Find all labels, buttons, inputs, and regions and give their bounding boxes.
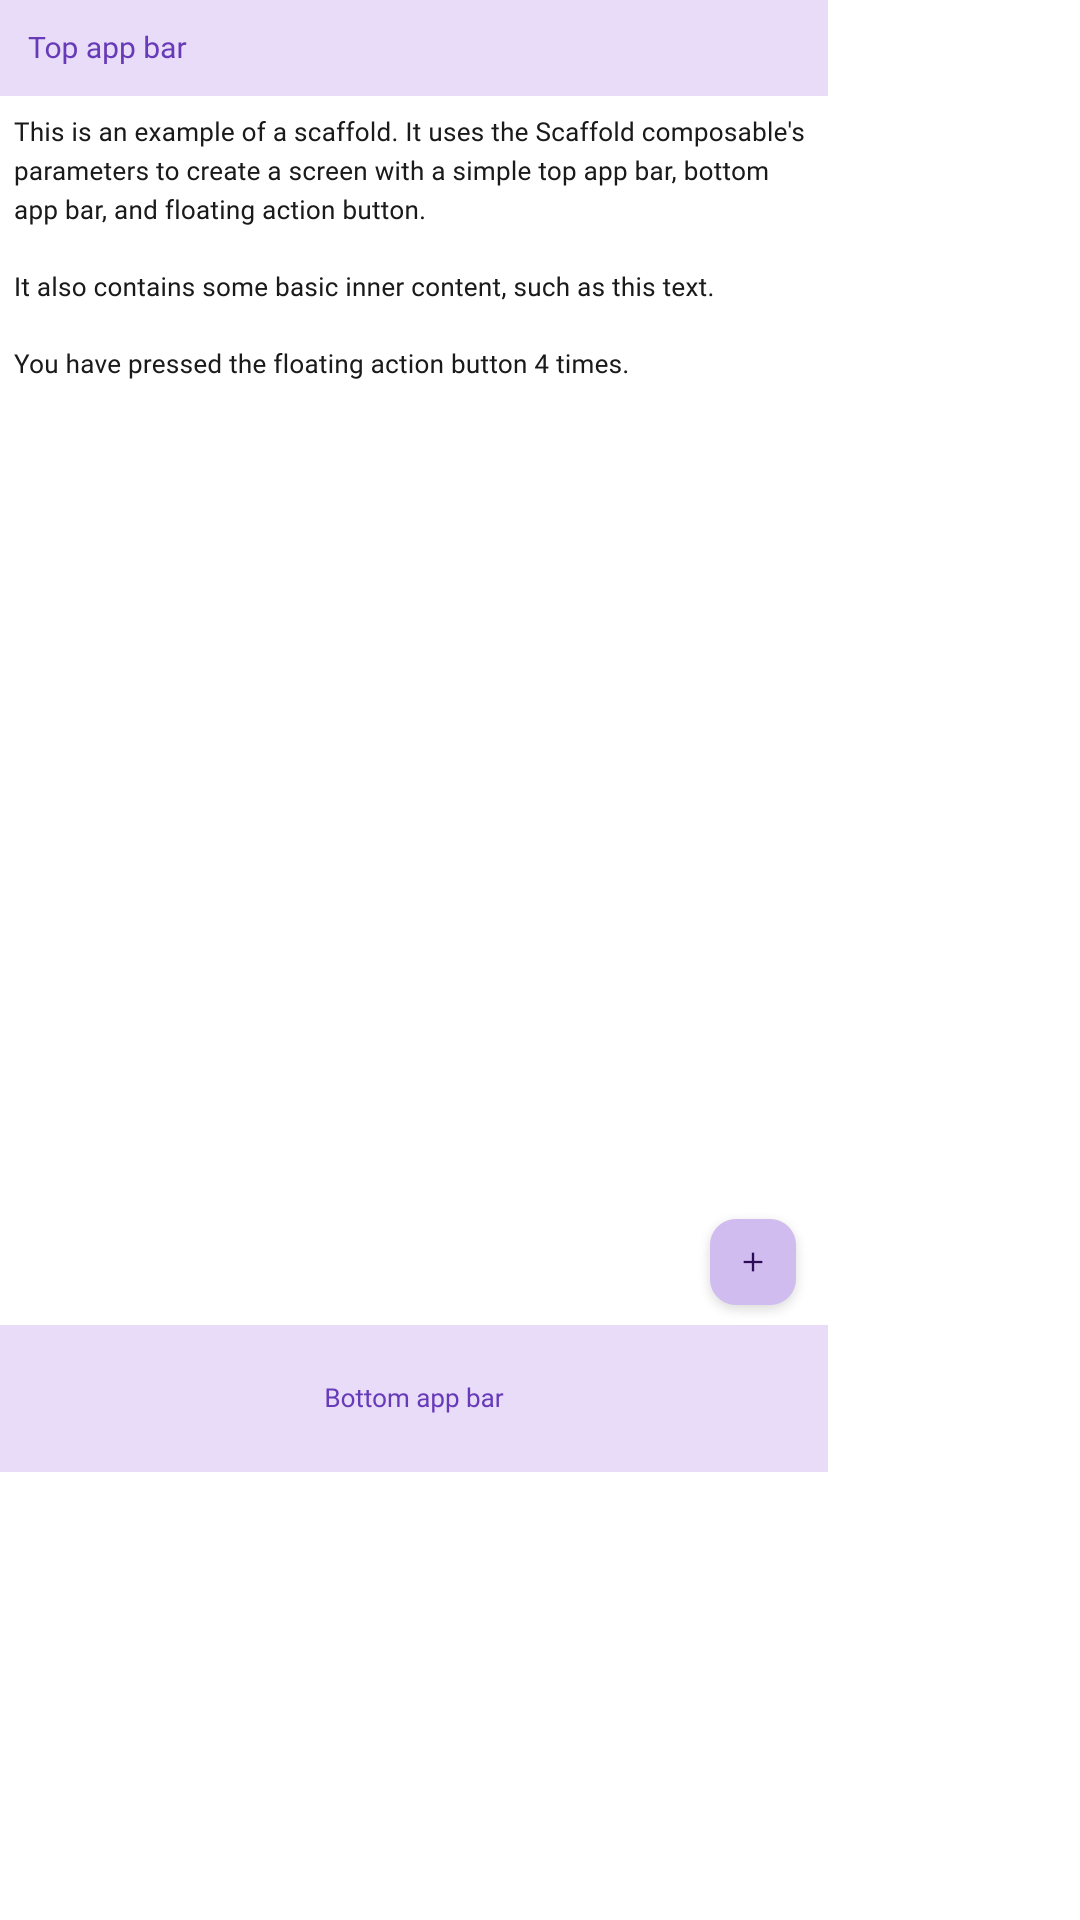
top-app-bar-title: Top app bar bbox=[28, 31, 187, 66]
add-icon bbox=[739, 1248, 767, 1276]
floating-action-button[interactable] bbox=[710, 1219, 796, 1305]
bottom-app-bar-label: Bottom app bar bbox=[324, 1384, 503, 1414]
content-text: This is an example of a scaffold. It use… bbox=[14, 114, 814, 385]
bottom-app-bar: Bottom app bar bbox=[0, 1325, 828, 1472]
content-paragraph: You have pressed the floating action but… bbox=[14, 346, 814, 385]
top-app-bar: Top app bar bbox=[0, 0, 828, 96]
main-content: This is an example of a scaffold. It use… bbox=[0, 96, 828, 1325]
content-paragraph: It also contains some basic inner conten… bbox=[14, 269, 814, 308]
content-paragraph: This is an example of a scaffold. It use… bbox=[14, 114, 814, 231]
